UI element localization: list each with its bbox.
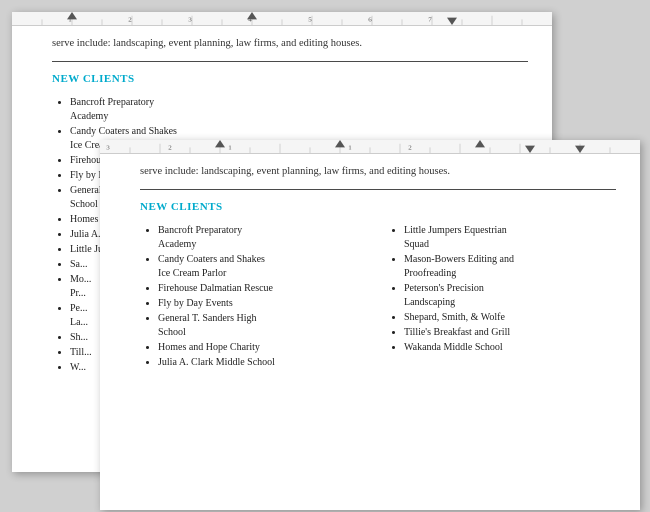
list-item: Shepard, Smith, & Wolfe — [404, 311, 616, 325]
list-item: Bancroft PreparatoryAcademy — [70, 96, 528, 124]
list-item: Peterson's PrecisionLandscaping — [404, 282, 616, 310]
list-item: Tillie's Breakfast and Grill — [404, 326, 616, 340]
svg-text:2: 2 — [168, 144, 171, 151]
list-item: Fly by Day Events — [158, 297, 370, 311]
svg-text:2: 2 — [128, 16, 131, 23]
ruler-front: 3 2 1 1 2 — [100, 140, 640, 154]
front-intro-text: serve include: landscaping, event planni… — [140, 164, 616, 179]
svg-text:1: 1 — [228, 144, 231, 151]
list-item: General T. Sanders HighSchool — [158, 312, 370, 340]
list-item: Mason-Bowers Editing andProofreading — [404, 253, 616, 281]
front-divider — [140, 189, 616, 190]
clients-right-ul: Little Jumpers EquestrianSquad Mason-Bow… — [386, 224, 616, 355]
list-item: Little Jumpers EquestrianSquad — [404, 224, 616, 252]
ruler-back: 1 2 3 4 5 6 7 — [12, 12, 552, 26]
svg-text:2: 2 — [408, 144, 411, 151]
clients-left-ul: Bancroft PreparatoryAcademy Candy Coater… — [140, 224, 370, 370]
front-document: 3 2 1 1 2 serve include: landscaping, ev… — [100, 140, 640, 510]
list-item: Wakanda Middle School — [404, 341, 616, 355]
svg-text:1: 1 — [68, 16, 71, 23]
list-item: Julia A. Clark Middle School — [158, 356, 370, 370]
back-section-title: NEW CLIENTS — [52, 72, 528, 88]
svg-text:1: 1 — [348, 144, 351, 151]
front-clients-container: Bancroft PreparatoryAcademy Candy Coater… — [140, 224, 616, 371]
front-doc-content: serve include: landscaping, event planni… — [100, 154, 640, 381]
svg-text:3: 3 — [106, 144, 110, 151]
front-section-title: NEW CLIENTS — [140, 200, 616, 216]
front-clients-right: Little Jumpers EquestrianSquad Mason-Bow… — [386, 224, 616, 371]
list-item: Candy Coaters and ShakesIce Cream Parlor — [158, 253, 370, 281]
back-intro-text: serve include: landscaping, event planni… — [52, 36, 528, 51]
list-item: Firehouse Dalmatian Rescue — [158, 282, 370, 296]
list-item: Homes and Hope Charity — [158, 341, 370, 355]
back-divider — [52, 61, 528, 62]
list-item: Bancroft PreparatoryAcademy — [158, 224, 370, 252]
front-clients-left: Bancroft PreparatoryAcademy Candy Coater… — [140, 224, 370, 371]
